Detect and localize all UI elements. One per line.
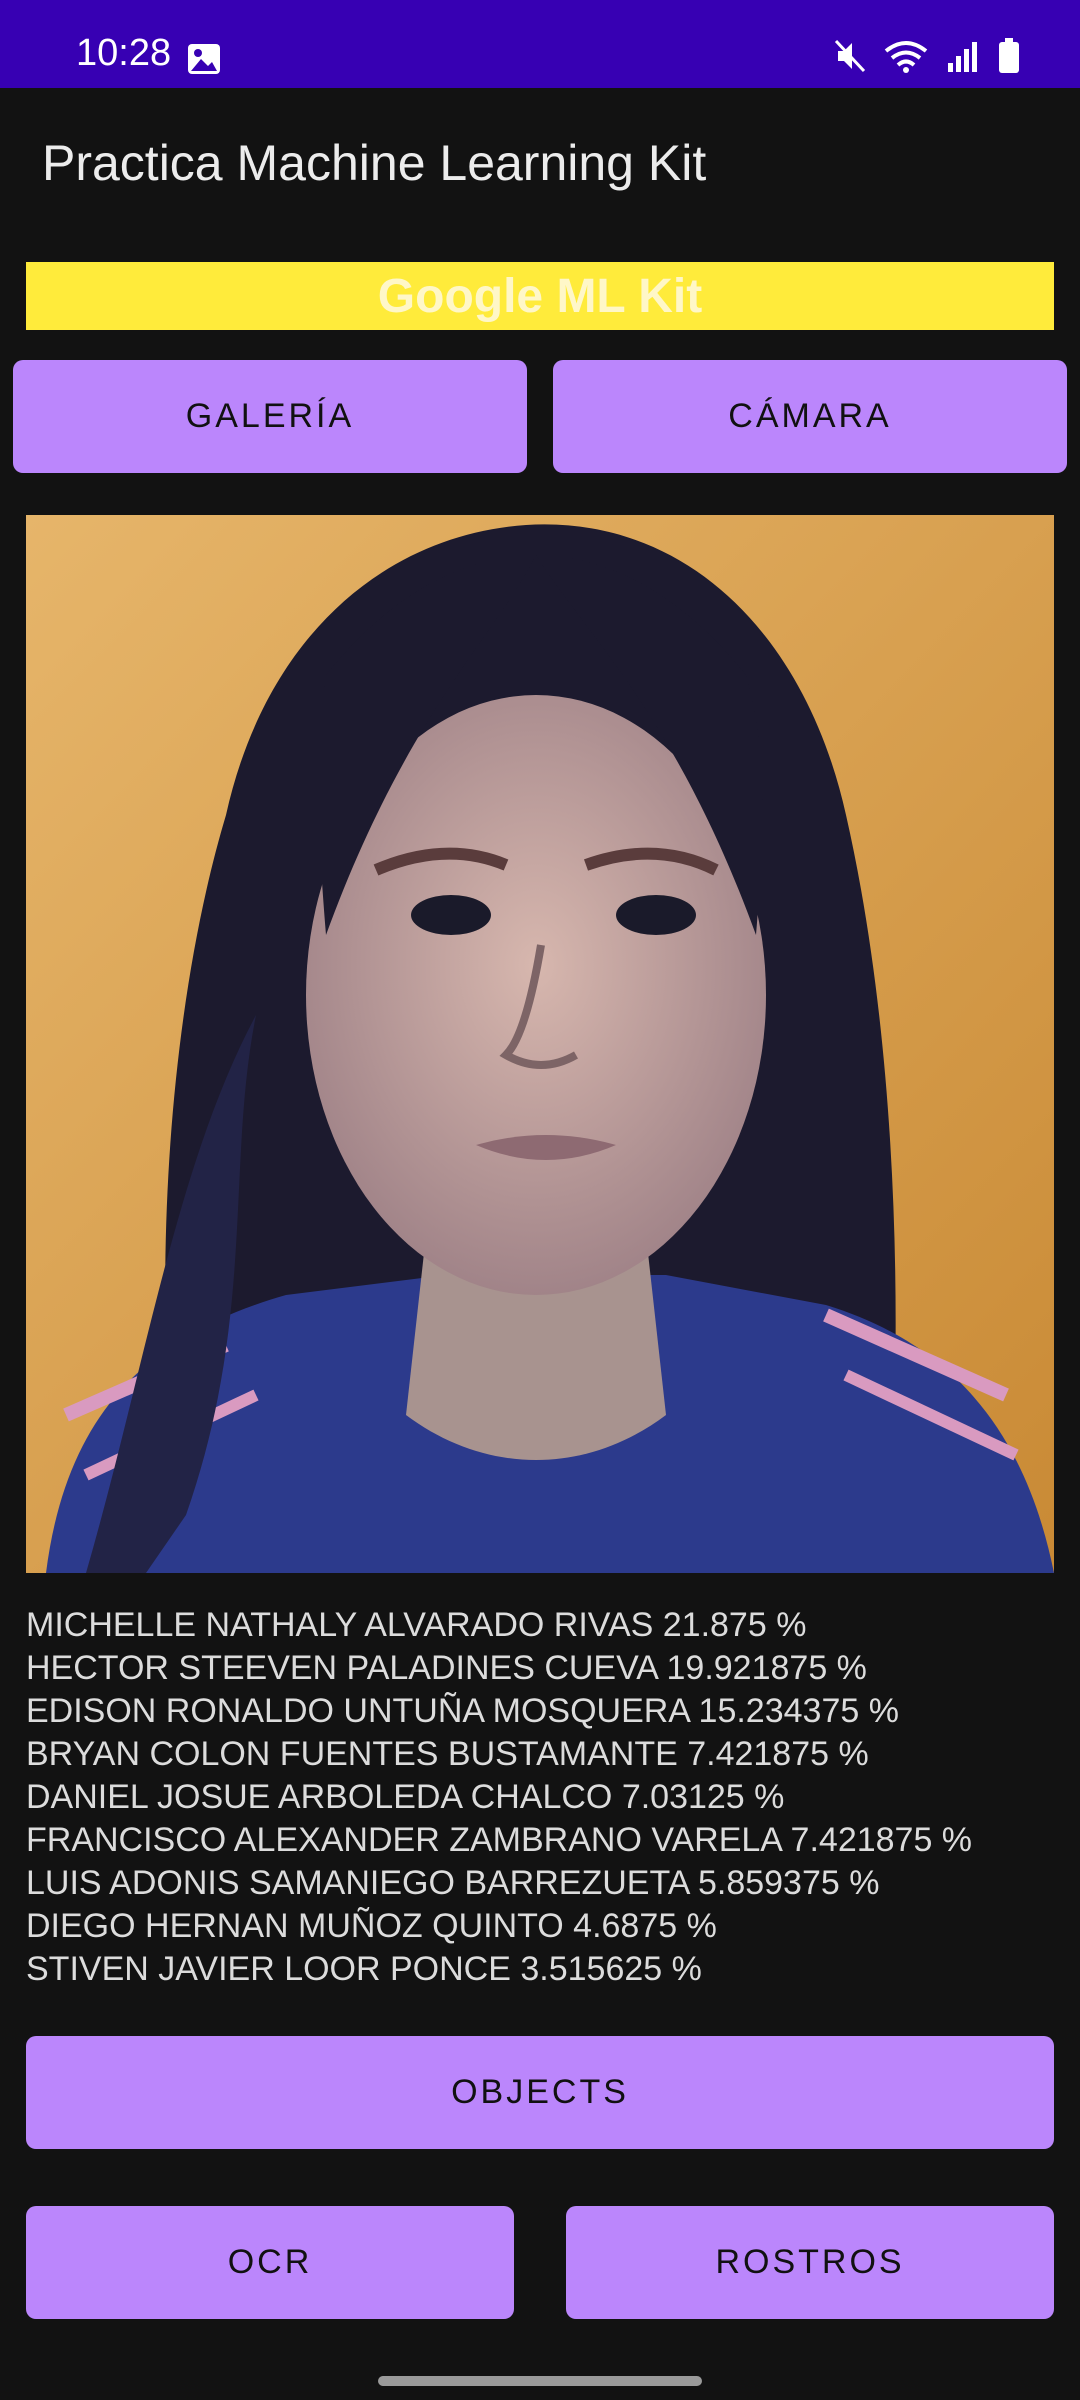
ml-kit-banner: Google ML Kit xyxy=(26,262,1054,330)
result-line: DANIEL JOSUE ARBOLEDA CHALCO 7.03125 % xyxy=(26,1778,785,1816)
status-bar: 10:28 xyxy=(0,0,1080,88)
camara-button[interactable]: CÁMARA xyxy=(553,360,1067,473)
battery-icon xyxy=(999,38,1019,73)
portrait-image xyxy=(26,515,1054,1573)
result-line: FRANCISCO ALEXANDER ZAMBRANO VARELA 7.42… xyxy=(26,1821,973,1859)
app-bar: Practica Machine Learning Kit xyxy=(0,88,1080,238)
result-line: LUIS ADONIS SAMANIEGO BARREZUETA 5.85937… xyxy=(26,1864,880,1902)
status-icons xyxy=(834,38,1020,74)
mute-icon xyxy=(834,39,866,73)
result-line: DIEGO HERNAN MUÑOZ QUINTO 4.6875 % xyxy=(26,1907,717,1945)
ml-kit-banner-text: Google ML Kit xyxy=(377,269,703,323)
result-line: MICHELLE NATHALY ALVARADO RIVAS 21.875 % xyxy=(26,1606,807,1644)
selected-photo xyxy=(26,515,1054,1573)
signal-icon xyxy=(948,42,977,72)
rostros-button[interactable]: ROSTROS xyxy=(566,2206,1054,2319)
result-line: STIVEN JAVIER LOOR PONCE 3.515625 % xyxy=(26,1950,702,1988)
ocr-button[interactable]: OCR xyxy=(26,2206,514,2319)
objects-button[interactable]: OBJECTS xyxy=(26,2036,1054,2149)
result-line: HECTOR STEEVEN PALADINES CUEVA 19.921875… xyxy=(26,1649,867,1687)
status-time: 10:28 xyxy=(76,32,172,74)
wifi-icon xyxy=(884,41,928,73)
gesture-nav-handle[interactable] xyxy=(378,2376,702,2386)
result-line: EDISON RONALDO UNTUÑA MOSQUERA 15.234375… xyxy=(26,1692,899,1730)
recognition-results: MICHELLE NATHALY ALVARADO RIVAS 21.875 %… xyxy=(26,1604,1066,1991)
result-line: BRYAN COLON FUENTES BUSTAMANTE 7.421875 … xyxy=(26,1735,869,1773)
gallery-notification-icon xyxy=(188,44,220,74)
app-title: Practica Machine Learning Kit xyxy=(42,135,707,191)
galeria-button[interactable]: GALERÍA xyxy=(13,360,527,473)
